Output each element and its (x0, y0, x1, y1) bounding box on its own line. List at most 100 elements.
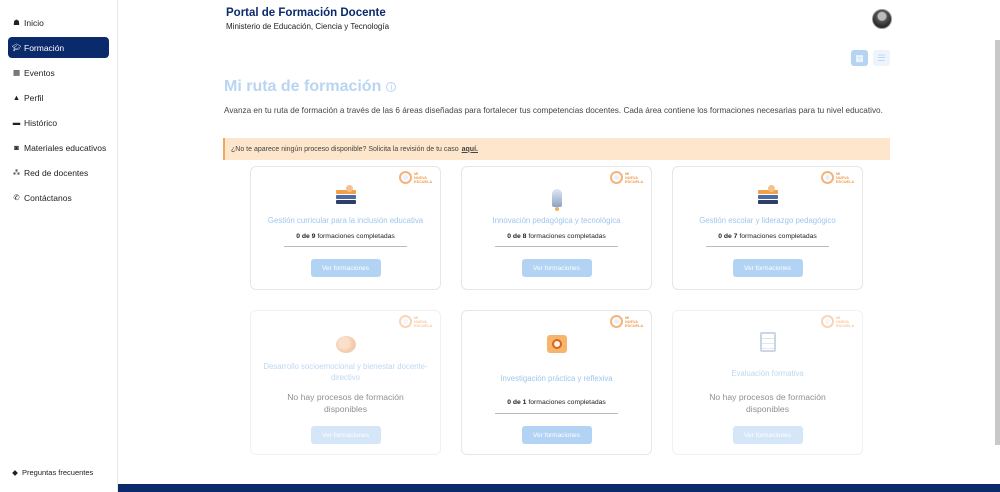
card-progress: 0 de 7 formaciones completadas (673, 233, 862, 240)
progress-count: 0 de 1 (507, 399, 527, 406)
ver-formaciones-button[interactable]: Ver formaciones (521, 259, 592, 277)
grid-view-button[interactable]: ▦ (851, 50, 868, 66)
sidebar-item-label: Formación (24, 42, 65, 53)
progress-suffix: formaciones completadas (317, 233, 395, 240)
sidebar-item-formacion[interactable]: 🎓︎ Formación (8, 37, 109, 58)
ver-formaciones-button[interactable]: Ver formaciones (732, 259, 803, 277)
badge-logo: MI NUEVA ESCUELA (821, 171, 856, 184)
badge-logo: MI NUEVA ESCUELA (610, 315, 645, 328)
progress-bar (495, 413, 618, 414)
badge-text: ESCUELA (625, 179, 644, 184)
footer-bar (118, 484, 1000, 492)
badge-text: ESCUELA (836, 179, 855, 184)
progress-bar (495, 246, 618, 247)
ver-formaciones-button[interactable]: Ver formaciones (732, 426, 803, 444)
progress-suffix: formaciones completadas (528, 399, 606, 406)
alert-text: ¿No te aparece ningún proceso disponible… (231, 145, 459, 153)
ver-formaciones-button[interactable]: Ver formaciones (310, 426, 381, 444)
folder-icon: ▬ (12, 118, 21, 127)
sidebar-item-historico[interactable]: ▬ Histórico (8, 112, 109, 133)
progress-suffix: formaciones completadas (739, 233, 817, 240)
question-icon: ◆ (12, 468, 18, 477)
network-icon: ⁂ (12, 168, 21, 177)
info-icon[interactable]: i (386, 82, 397, 92)
grid-icon: ▦ (855, 52, 864, 63)
sidebar-item-red-docentes[interactable]: ⁂ Red de docentes (8, 162, 109, 183)
calendar-icon: ▦ (12, 68, 21, 77)
badge-text: ESCUELA (836, 323, 855, 328)
ver-formaciones-button[interactable]: Ver formaciones (521, 426, 592, 444)
badge-circle-icon (399, 171, 412, 184)
books-icon (756, 185, 780, 209)
page-title: Mi ruta de formación i (224, 78, 397, 96)
sidebar-item-materiales[interactable]: ◙ Materiales educativos (8, 137, 109, 158)
faq-link[interactable]: ◆ Preguntas frecuentes (11, 468, 93, 477)
sidebar-item-label: Contáctanos (24, 192, 72, 203)
portal-title: Portal de Formación Docente (226, 7, 386, 19)
card-title: Innovación pedagógica y tecnológica (492, 216, 621, 225)
area-card: MI NUEVA ESCUELA Evaluación formativa No h… (672, 310, 863, 455)
sidebar-nav: ☗ Inicio 🎓︎ Formación ▦ Eventos ▲ Perfil… (8, 12, 109, 212)
progress-suffix: formaciones completadas (528, 233, 606, 240)
phone-icon: ✆ (13, 193, 20, 202)
card-progress: 0 de 1 formaciones completadas (462, 399, 651, 406)
badge-logo: MI NUEVA ESCUELA (821, 315, 856, 328)
progress-count: 0 de 7 (718, 233, 738, 240)
badge-circle-icon (610, 315, 623, 328)
sidebar-item-contactanos[interactable]: ✆ Contáctanos (8, 187, 109, 208)
graduation-cap-icon: 🎓︎ (12, 43, 22, 52)
badge-circle-icon (821, 315, 834, 328)
progress-count: 0 de 9 (296, 233, 316, 240)
empty-message: No hay procesos de formación disponibles (709, 392, 826, 414)
search-icon (545, 333, 569, 355)
faq-label: Preguntas frecuentes (22, 468, 94, 477)
card-title: Investigación práctica y reflexiva (500, 374, 613, 383)
portal-subtitle: Ministerio de Educación, Ciencia y Tecno… (226, 22, 390, 31)
badge-circle-icon (821, 171, 834, 184)
list-view-button[interactable]: ☰ (873, 50, 890, 66)
sidebar-item-label: Materiales educativos (24, 142, 107, 153)
card-title: Evaluación formativa (731, 369, 804, 378)
books-icon (334, 185, 358, 209)
user-icon: ▲ (12, 93, 21, 102)
page-title-text: Mi ruta de formación (224, 78, 382, 95)
area-card: MI NUEVA ESCUELA Investigación práctica y … (461, 310, 652, 455)
badge-circle-icon (610, 171, 623, 184)
rocket-icon (545, 187, 569, 211)
card-title: Gestión escolar y liderazgo pedagógico (699, 216, 836, 225)
card-progress: 0 de 8 formaciones completadas (462, 233, 651, 240)
clipboard-icon (756, 331, 780, 353)
badge-text: ESCUELA (625, 323, 644, 328)
sidebar-item-label: Histórico (24, 117, 58, 128)
progress-count: 0 de 8 (507, 233, 527, 240)
ver-formaciones-button[interactable]: Ver formaciones (310, 259, 381, 277)
sidebar-item-perfil[interactable]: ▲ Perfil (8, 87, 109, 108)
photo-icon: ◙ (14, 143, 19, 152)
area-card: MI NUEVA ESCUELA Gestión escolar y lideraz… (672, 166, 863, 290)
list-icon: ☰ (877, 52, 886, 63)
card-title: Gestión curricular para la inclusión edu… (267, 216, 424, 225)
badge-text: ESCUELA (414, 323, 433, 328)
alert-link[interactable]: aquí. (462, 146, 478, 153)
sidebar-item-label: Red de docentes (24, 167, 89, 178)
avatar[interactable] (872, 9, 892, 29)
card-progress: 0 de 9 formaciones completadas (251, 233, 440, 240)
home-icon: ☗ (13, 18, 20, 27)
alert-banner: ¿No te aparece ningún proceso disponible… (223, 138, 890, 160)
sidebar-item-label: Eventos (24, 67, 55, 78)
sidebar: ☗ Inicio 🎓︎ Formación ▦ Eventos ▲ Perfil… (0, 0, 118, 492)
sidebar-item-label: Inicio (24, 17, 44, 28)
badge-logo: MI NUEVA ESCUELA (399, 171, 434, 184)
sidebar-item-eventos[interactable]: ▦ Eventos (8, 62, 109, 83)
badge-logo: MI NUEVA ESCUELA (610, 171, 645, 184)
intro-text: Avanza en tu ruta de formación a través … (224, 106, 883, 115)
card-title: Desarrollo socioemocional y bienestar do… (263, 362, 428, 382)
badge-logo: MI NUEVA ESCUELA (399, 315, 434, 328)
area-card: MI NUEVA ESCUELA Innovación pedagógica y t… (461, 166, 652, 290)
badge-circle-icon (399, 315, 412, 328)
sidebar-item-label: Perfil (24, 92, 44, 103)
sidebar-item-inicio[interactable]: ☗ Inicio (8, 12, 109, 33)
area-card: MI NUEVA ESCUELA Desarrollo socioemocional… (250, 310, 441, 455)
scrollbar[interactable] (995, 40, 1000, 445)
badge-text: ESCUELA (414, 179, 433, 184)
